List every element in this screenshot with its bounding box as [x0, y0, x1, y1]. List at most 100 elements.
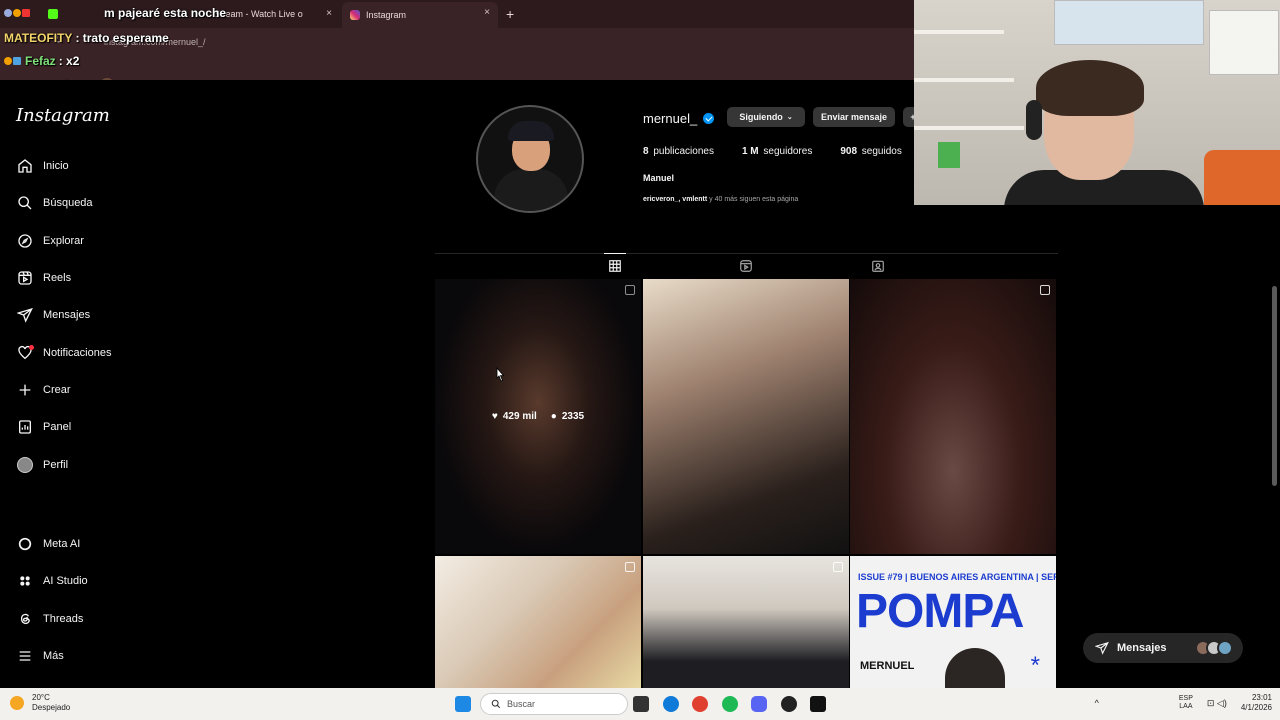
system-tray: ^ ESP LAA ⊡ ◁) 23:01 4/1/2026 — [1095, 693, 1272, 713]
posts-stat: 8 publicaciones — [643, 146, 714, 157]
post-friends[interactable] — [435, 556, 641, 688]
followers-count: 1 M — [741, 146, 759, 157]
sidebar-item-explorar[interactable]: Explorar — [16, 230, 84, 252]
following-button[interactable]: Siguiendo ⌄ — [727, 107, 805, 127]
chat-message: : x2 — [58, 54, 80, 68]
profile-tabs — [435, 253, 1058, 278]
clock[interactable]: 23:01 4/1/2026 — [1241, 693, 1272, 713]
sidebar: Instagram Inicio Búsqueda Explorar Reels… — [0, 80, 210, 688]
clock-time: 23:01 — [1251, 693, 1272, 702]
webcam-poster — [1209, 10, 1279, 75]
notification-dot — [29, 344, 34, 350]
followed-by[interactable]: ericveron_, vmlentt y 40 más siguen esta… — [643, 196, 798, 203]
post-stage[interactable] — [850, 279, 1056, 554]
sidebar-item-crear[interactable]: Crear — [16, 379, 71, 401]
network-volume-icon[interactable]: ⊡ ◁) — [1207, 698, 1227, 709]
badge-icon — [4, 9, 12, 17]
tab-posts[interactable] — [604, 253, 626, 277]
sidebar-item-inicio[interactable]: Inicio — [16, 155, 69, 177]
tab-reels[interactable] — [735, 254, 757, 278]
post-hover-overlay: ♥ 429 mil ● 2335 — [435, 279, 641, 554]
tab-label: Stream - Watch Live o — [214, 9, 303, 19]
sidebar-item-notificaciones[interactable]: Notificaciones — [16, 342, 111, 364]
tray-chevron-icon[interactable]: ^ — [1095, 698, 1099, 708]
pompa-name: MERNUEL — [860, 660, 915, 672]
sidebar-item-busqueda[interactable]: Búsqueda — [16, 192, 93, 214]
send-icon — [1095, 641, 1117, 655]
edge-icon[interactable] — [663, 696, 679, 712]
comments-count: 2335 — [561, 411, 585, 422]
sidebar-item-meta-ai[interactable]: Meta AI — [16, 533, 80, 555]
likes-count: 429 mil — [502, 411, 537, 422]
sidebar-item-label: Inicio — [43, 160, 69, 172]
discord-icon[interactable] — [751, 696, 767, 712]
weather-widget[interactable]: 20°C Despejado — [10, 693, 70, 713]
sidebar-item-label: Notificaciones — [43, 347, 112, 359]
compass-icon — [16, 233, 33, 250]
instagram-favicon-icon — [350, 10, 360, 20]
webcam-creeper-plush — [938, 142, 960, 168]
chat-message: m pajearé esta noche — [104, 6, 227, 20]
multiple-posts-icon — [625, 562, 635, 572]
lang-bottom: LAA — [1179, 703, 1193, 710]
menu-icon — [16, 648, 33, 665]
taskbar-search[interactable]: Buscar — [480, 693, 628, 715]
post-selfie-group[interactable] — [643, 279, 849, 554]
search-placeholder: Buscar — [507, 699, 536, 709]
obs-icon[interactable] — [781, 696, 797, 712]
following-count: 908 — [840, 146, 858, 157]
sidebar-item-mas[interactable]: Más — [16, 645, 64, 667]
send-message-button[interactable]: Enviar mensaje — [813, 107, 895, 127]
chrome-icon[interactable] — [692, 696, 708, 712]
sidebar-item-label: Threads — [43, 613, 84, 625]
sidebar-item-reels[interactable]: Reels — [16, 267, 71, 289]
profile-username: mernuel_ — [643, 111, 715, 126]
chat-line: MATEOFITY : trato esperame — [4, 31, 169, 45]
post-pompa-cover[interactable]: ISSUE #79 | BUENOS AIRES ARGENTINA | SE P… — [850, 556, 1056, 688]
heart-filled-icon: ♥ — [491, 411, 498, 422]
webcam-shelf — [914, 30, 1004, 34]
chat-badges — [4, 9, 30, 17]
followers-stat[interactable]: 1 M seguidores — [742, 146, 812, 157]
chat-username: MATEOFITY — [4, 31, 73, 45]
tab-tagged[interactable] — [867, 254, 889, 278]
close-tab-icon[interactable]: × — [326, 8, 332, 19]
following-button-label: Siguiendo — [739, 112, 783, 122]
sidebar-item-perfil[interactable]: Perfil — [16, 454, 68, 476]
pompa-star: * — [1030, 652, 1040, 679]
task-view-icon[interactable] — [633, 696, 649, 712]
tiktok-icon[interactable] — [810, 696, 826, 712]
post-boxing[interactable]: ♥ 429 mil ● 2335 — [435, 279, 641, 554]
instagram-logo[interactable]: Instagram — [16, 105, 110, 126]
likes-stat: ♥ 429 mil — [492, 411, 537, 422]
sidebar-item-label: Más — [43, 650, 64, 662]
sidebar-item-panel[interactable]: Panel — [16, 416, 71, 438]
tab-instagram[interactable]: Instagram × — [342, 2, 498, 28]
posts-grid: ♥ 429 mil ● 2335 ISSUE #79 | BUENOS AIRES … — [435, 279, 1058, 688]
profile-full-name: Manuel — [643, 173, 675, 183]
chevron-down-icon: ⌄ — [786, 114, 793, 121]
profile-avatar-icon — [16, 457, 33, 474]
message-avatars — [1195, 640, 1233, 656]
spotify-icon[interactable] — [722, 696, 738, 712]
address-bar[interactable]: instagram.com/mernuel_/ — [90, 33, 910, 51]
language-indicator[interactable]: ESP LAA — [1179, 695, 1193, 711]
sidebar-item-threads[interactable]: Threads — [16, 608, 83, 630]
profile-avatar[interactable] — [476, 105, 584, 213]
following-stat[interactable]: 908 seguidos — [840, 146, 902, 157]
tab-label: Instagram — [366, 10, 407, 20]
sidebar-item-label: Reels — [43, 272, 72, 284]
sidebar-item-label: Explorar — [43, 235, 84, 247]
new-tab-button[interactable]: + — [506, 6, 514, 22]
scrollbar[interactable] — [1272, 286, 1277, 486]
messages-pill[interactable]: Mensajes — [1083, 633, 1243, 663]
avatar-body — [494, 169, 568, 211]
pompa-issue-text: ISSUE #79 | BUENOS AIRES ARGENTINA | SEP… — [858, 572, 1056, 582]
post-suits[interactable] — [643, 556, 849, 688]
close-tab-icon[interactable]: × — [484, 7, 490, 18]
reels-icon — [16, 270, 33, 287]
sidebar-item-mensajes[interactable]: Mensajes — [16, 304, 90, 326]
chat-username: Fefaz — [25, 54, 56, 68]
sidebar-item-ai-studio[interactable]: AI Studio — [16, 570, 88, 592]
windows-start-icon[interactable] — [455, 696, 471, 712]
